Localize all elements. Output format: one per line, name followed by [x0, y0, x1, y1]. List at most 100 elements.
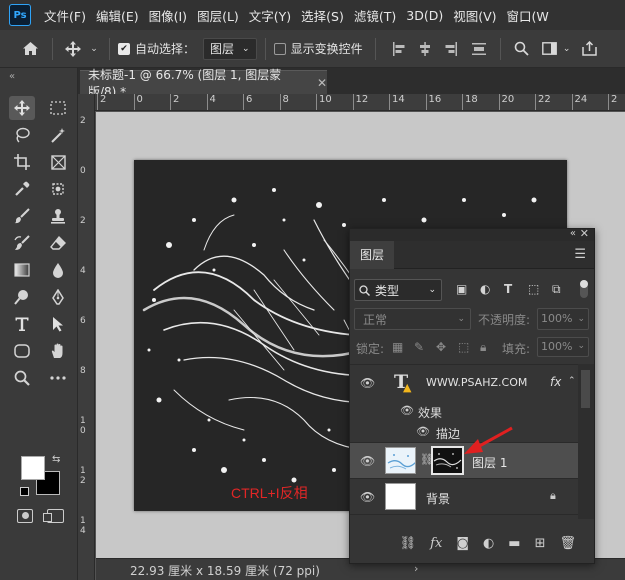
eyedropper-icon[interactable]	[9, 177, 35, 201]
filter-adjustment-icon[interactable]: ◐	[480, 282, 490, 296]
lock-all-icon[interactable]: 🔒︎	[480, 340, 486, 355]
visibility-eye-icon[interactable]: 👁︎	[360, 376, 375, 390]
layer-row-text[interactable]: 👁︎ T ▲ WWW.PSAHZ.COM fx ⌃	[350, 365, 578, 401]
close-panel-icon[interactable]: ✕	[580, 227, 589, 240]
chevron-up-icon[interactable]: ⌃	[568, 376, 576, 386]
home-icon[interactable]	[12, 41, 48, 56]
menu-edit[interactable]: 编辑(E)	[91, 6, 144, 25]
menu-view[interactable]: 视图(V)	[448, 6, 501, 25]
eraser-icon[interactable]	[45, 231, 71, 255]
menu-type[interactable]: 文字(Y)	[244, 6, 296, 25]
frame-icon[interactable]	[45, 150, 71, 174]
screen-mode-icon[interactable]	[43, 509, 64, 523]
lock-transparent-pixels-icon[interactable]: ▦	[392, 340, 403, 354]
more-icon[interactable]	[45, 366, 71, 390]
patch-icon[interactable]	[45, 177, 71, 201]
delete-layer-icon[interactable]: 🗑︎	[559, 536, 576, 551]
layer-filter-dropdown[interactable]: 类型 ⌄	[354, 279, 442, 301]
panel-menu-icon[interactable]: ☰	[574, 247, 586, 262]
show-transform-label: 显示变换控件	[290, 42, 363, 56]
search-icon[interactable]	[511, 41, 533, 56]
history-brush-icon[interactable]	[9, 231, 35, 255]
move-icon[interactable]	[9, 96, 35, 120]
new-group-icon[interactable]: ▬	[508, 536, 520, 551]
align-center-icon[interactable]	[414, 41, 436, 56]
crop-icon[interactable]	[9, 150, 35, 174]
link-layers-icon[interactable]: ⛓︎	[400, 536, 417, 551]
default-colors-icon[interactable]	[20, 487, 29, 496]
zoom-icon[interactable]	[9, 366, 35, 390]
pen-icon[interactable]	[45, 285, 71, 309]
layer-thumbnail[interactable]	[385, 483, 416, 510]
distribute-icon[interactable]	[468, 42, 490, 56]
shape-icon[interactable]	[9, 339, 35, 363]
chevron-down-icon[interactable]: ⌄	[561, 44, 573, 54]
blur-icon[interactable]	[45, 258, 71, 282]
path-select-icon[interactable]	[45, 312, 71, 336]
lock-artboard-icon[interactable]: ⬚	[458, 340, 469, 354]
auto-select-target-dropdown[interactable]: 图层 ⌄	[203, 37, 257, 60]
close-icon[interactable]: ✕	[317, 76, 327, 90]
menu-file[interactable]: 文件(F)	[39, 6, 91, 25]
share-icon[interactable]	[579, 41, 601, 56]
type-icon[interactable]	[9, 312, 35, 336]
photoshop-app-icon[interactable]: Ps	[9, 4, 31, 26]
menu-layer[interactable]: 图层(L)	[192, 6, 244, 25]
auto-select-checkbox[interactable]: ✔	[118, 42, 130, 55]
filter-shape-icon[interactable]: ⬚	[528, 282, 539, 296]
menu-select[interactable]: 选择(S)	[296, 6, 349, 25]
chevron-down-icon[interactable]: ⌄	[87, 44, 101, 54]
layer-effects-row[interactable]: 👁︎ 效果	[350, 401, 578, 421]
blend-mode-dropdown[interactable]: 正常 ⌄	[354, 308, 471, 330]
marquee-icon[interactable]	[45, 96, 71, 120]
layer-row-background[interactable]: 👁︎ 背景 🔒︎	[350, 479, 578, 515]
filter-pixel-icon[interactable]: ▣	[456, 282, 467, 296]
visibility-eye-icon[interactable]: 👁︎	[360, 454, 375, 468]
layer-thumbnail[interactable]	[385, 447, 416, 474]
swap-colors-icon[interactable]: ⇆	[52, 454, 60, 465]
foreground-color-swatch[interactable]	[21, 456, 45, 480]
filter-toggle-icon[interactable]	[580, 280, 588, 298]
visibility-eye-icon[interactable]: 👁︎	[360, 490, 375, 504]
menu-filter[interactable]: 滤镜(T)	[349, 6, 401, 25]
opacity-field[interactable]: 100% ⌄	[537, 308, 589, 330]
filter-type-icon[interactable]: T	[504, 282, 512, 296]
add-mask-icon[interactable]: ◙	[456, 536, 469, 551]
scrollbar-thumb[interactable]	[581, 370, 590, 408]
workspace-icon[interactable]	[539, 42, 561, 55]
layer-effects-fx-icon[interactable]: fx	[550, 375, 561, 389]
menu-window[interactable]: 窗口(W	[502, 6, 554, 25]
gradient-icon[interactable]	[9, 258, 35, 282]
menu-3d[interactable]: 3D(D)	[401, 8, 448, 23]
align-right-icon[interactable]	[440, 41, 462, 56]
visibility-eye-icon[interactable]: 👁︎	[400, 404, 414, 417]
document-tab[interactable]: 未标题-1 @ 66.7% (图层 1, 图层蒙版/8) * ✕	[80, 68, 327, 99]
layer-mask-thumbnail[interactable]	[431, 446, 464, 475]
new-adjustment-layer-icon[interactable]: ◐	[483, 536, 494, 551]
brush-icon[interactable]	[9, 204, 35, 228]
magic-wand-icon[interactable]	[45, 123, 71, 147]
quick-mask-icon[interactable]	[17, 509, 33, 523]
move-tool-icon[interactable]	[63, 40, 83, 57]
clone-stamp-icon[interactable]	[45, 204, 71, 228]
collapse-chevron-icon[interactable]: «	[9, 71, 15, 82]
ruler-tick: 20	[498, 94, 515, 110]
hand-icon[interactable]	[45, 339, 71, 363]
align-left-icon[interactable]	[388, 41, 410, 56]
filter-smart-object-icon[interactable]: ⧉	[552, 282, 561, 297]
layer-list-scrollbar[interactable]	[578, 364, 594, 519]
document-size-readout[interactable]: 22.93 厘米 x 18.59 厘米 (72 ppi)	[130, 562, 320, 579]
new-layer-icon[interactable]: ⊞	[535, 536, 546, 551]
tab-layers[interactable]: 图层	[350, 241, 395, 269]
lock-position-icon[interactable]: ✥	[436, 340, 446, 354]
fill-field[interactable]: 100% ⌄	[537, 337, 589, 357]
ruler-tick: 12	[80, 466, 86, 486]
add-layer-style-fx-icon[interactable]: fx	[430, 536, 442, 551]
lock-image-pixels-icon[interactable]: ✎	[414, 340, 424, 354]
visibility-eye-icon[interactable]: 👁︎	[416, 425, 430, 438]
lasso-icon[interactable]	[9, 123, 35, 147]
menu-image[interactable]: 图像(I)	[144, 6, 192, 25]
show-transform-checkbox[interactable]	[273, 42, 286, 55]
dodge-icon[interactable]	[9, 285, 35, 309]
collapse-panel-icon[interactable]: «	[570, 228, 576, 239]
